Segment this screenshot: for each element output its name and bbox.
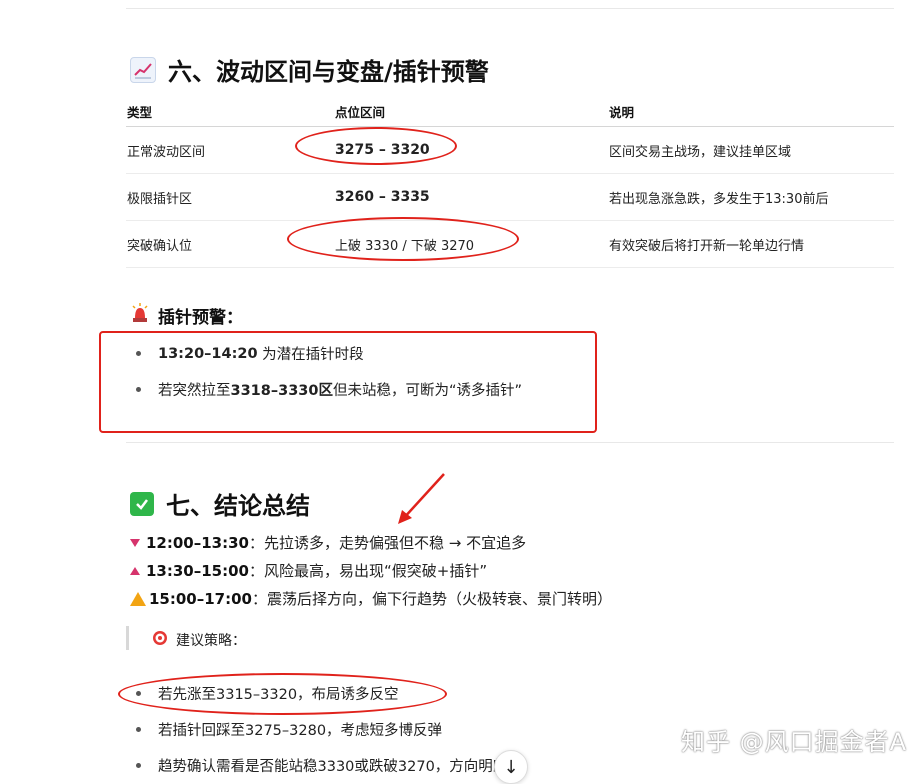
conclusion-text: ：震荡后择方向，偏下行趋势（火极转衰、景门转明） [252, 590, 613, 608]
red-triangle-up-icon [130, 566, 140, 575]
section-divider [126, 442, 894, 443]
table-row: 正常波动区间 3275 – 3320 区间交易主战场，建议挂单区域 [126, 126, 894, 174]
conclusion-time: 12:00–13:30 [146, 533, 249, 552]
row-range: 3260 – 3335 [334, 173, 608, 221]
strategy-label-row: 建议策略： [152, 630, 246, 650]
row-type: 极限插针区 [126, 173, 334, 221]
scroll-down-button[interactable]: ↓ [494, 750, 528, 784]
top-divider [126, 8, 894, 9]
warning-title: 插针预警： [158, 307, 243, 328]
strategy-item: 若插针回踩至3275–3280，考虑短多博反弹 [158, 723, 443, 739]
strategy-label: 建议策略： [176, 633, 246, 649]
chart-increasing-icon [130, 56, 156, 83]
conclusion-time: 15:00–17:00 [149, 589, 252, 608]
blockquote-bar [126, 626, 129, 650]
table-header-note: 说明 [608, 96, 894, 127]
warning-heading: 插针预警： [130, 302, 243, 328]
row-note: 若出现急涨急跌，多发生于13:30前后 [608, 173, 894, 221]
list-item: 趋势确认需看是否能站稳3330或跌破3270，方向明朗 [136, 755, 507, 776]
row-note: 有效突破后将打开新一轮单边行情 [608, 220, 894, 268]
bullet-dot [136, 727, 141, 732]
watermark: 知乎 @风口掘金者A [680, 728, 907, 756]
conclusion-text: ：风险最高，易出现“假突破+插针” [249, 562, 488, 580]
table-header-range: 点位区间 [334, 96, 608, 127]
arrow-down-icon: ↓ [503, 756, 519, 778]
section-6-title: 六、波动区间与变盘/插针预警 [168, 58, 489, 86]
bullet-dot [136, 763, 141, 768]
annotation-oval-strategy [118, 673, 447, 715]
target-icon [152, 630, 168, 650]
annotation-arrow [398, 473, 445, 524]
annotation-oval-breakout [287, 217, 519, 261]
strategy-item: 趋势确认需看是否能站稳3330或跌破3270，方向明朗 [158, 759, 508, 775]
annotation-rect-warning [99, 331, 597, 433]
annotation-oval-normal-range [295, 127, 457, 165]
row-note: 区间交易主战场，建议挂单区域 [608, 126, 894, 174]
police-light-icon [130, 302, 150, 328]
check-mark-icon [130, 491, 154, 516]
conclusion-time: 13:30–15:00 [146, 561, 249, 580]
list-item: 若插针回踩至3275–3280，考虑短多博反弹 [136, 719, 442, 740]
section-6-heading: 六、波动区间与变盘/插针预警 [130, 52, 489, 87]
section-7-heading: 七、结论总结 [130, 486, 310, 521]
red-triangle-down-icon [130, 538, 140, 547]
table-header-type: 类型 [126, 96, 334, 127]
table-header-row: 类型 点位区间 说明 [126, 96, 894, 127]
conclusion-line: 12:00–13:30 ：先拉诱多，走势偏强但不稳 → 不宜追多 [130, 532, 526, 553]
conclusion-text: ：先拉诱多，走势偏强但不稳 → 不宜追多 [249, 534, 527, 552]
warning-icon [130, 591, 146, 606]
conclusion-line: 15:00–17:00 ：震荡后择方向，偏下行趋势（火极转衰、景门转明） [130, 588, 612, 609]
section-7-title: 七、结论总结 [166, 492, 310, 520]
conclusion-line: 13:30–15:00 ：风险最高，易出现“假突破+插针” [130, 560, 487, 581]
table-row: 极限插针区 3260 – 3335 若出现急涨急跌，多发生于13:30前后 [126, 173, 894, 221]
